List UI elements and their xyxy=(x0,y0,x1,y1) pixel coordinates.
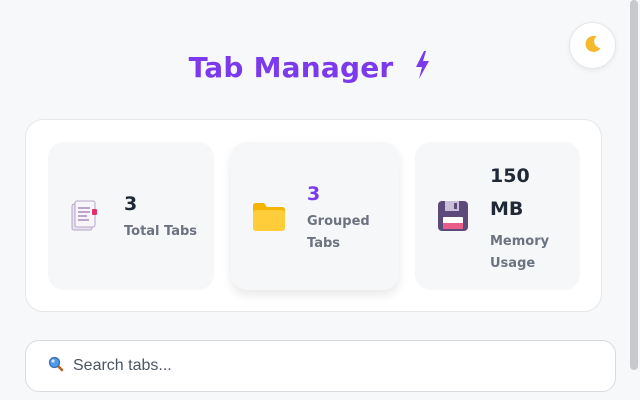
lightning-bolt-icon xyxy=(413,50,431,84)
stat-label-line: Grouped xyxy=(307,214,370,229)
stat-text: 3 Grouped Tabs xyxy=(307,178,370,255)
search-input[interactable] xyxy=(73,357,593,375)
stat-card-total-tabs[interactable]: 3 Total Tabs xyxy=(48,142,214,290)
page-title-row: Tab Manager xyxy=(0,50,620,84)
stat-card-grouped-tabs[interactable]: 3 Grouped Tabs xyxy=(231,142,399,290)
search-box[interactable] xyxy=(25,340,616,392)
stat-label-line: Usage xyxy=(490,256,536,271)
stat-label-line: Memory xyxy=(490,234,550,249)
folder-icon xyxy=(251,201,287,233)
stat-value-line: MB xyxy=(490,198,524,220)
stat-card-memory-usage[interactable]: 150 MB Memory Usage xyxy=(415,142,580,290)
scrollbar[interactable] xyxy=(630,0,638,370)
stat-text: 150 MB Memory Usage xyxy=(490,160,549,275)
stat-value: 3 xyxy=(307,183,321,205)
stat-text: 3 Total Tabs xyxy=(124,188,197,243)
stat-label: Total Tabs xyxy=(124,224,198,239)
stats-panel: 3 Total Tabs 3 Grouped Tabs 150 MB Memor… xyxy=(25,119,602,312)
stat-label-line: Tabs xyxy=(307,236,341,251)
page-title: Tab Manager xyxy=(188,50,394,84)
search-icon xyxy=(48,356,64,376)
floppy-disk-icon xyxy=(437,200,469,232)
stat-value: 3 xyxy=(124,193,138,215)
document-icon xyxy=(70,200,100,234)
stat-value-line: 150 xyxy=(490,165,530,187)
